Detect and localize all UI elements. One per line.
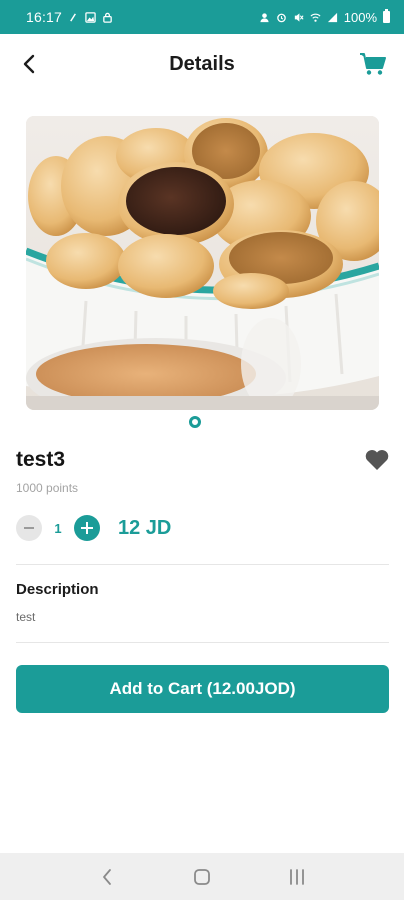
system-nav-bar bbox=[0, 853, 404, 900]
status-right: 100% bbox=[259, 9, 390, 25]
nav-back-button[interactable] bbox=[87, 862, 127, 892]
favorite-button[interactable] bbox=[364, 448, 390, 472]
nav-back-icon bbox=[103, 868, 112, 885]
cart-button[interactable] bbox=[358, 50, 388, 78]
increase-quantity-button[interactable] bbox=[74, 515, 100, 541]
quantity-stepper: 1 12 JD bbox=[16, 514, 171, 542]
status-left: 16:17 bbox=[26, 9, 113, 25]
status-bar: 16:17 100% bbox=[0, 0, 404, 34]
battery-icon bbox=[383, 9, 390, 23]
chevron-left-icon bbox=[23, 54, 35, 74]
divider bbox=[16, 564, 389, 565]
heart-icon bbox=[365, 450, 389, 470]
product-price: 12 JD bbox=[118, 516, 172, 539]
divider bbox=[16, 642, 389, 643]
product-details-screen: 16:17 100% Details test3 1000 points 1 1… bbox=[0, 0, 404, 900]
gallery-icon bbox=[85, 11, 96, 23]
battery-percent: 100% bbox=[343, 9, 377, 25]
description-text: test bbox=[16, 610, 36, 624]
wifi-icon bbox=[310, 13, 321, 22]
add-to-cart-button[interactable]: Add to Cart (12.00JOD) bbox=[16, 665, 389, 713]
signal-icon bbox=[327, 12, 337, 22]
minus-icon bbox=[24, 527, 34, 529]
carousel-indicator-dot[interactable] bbox=[189, 416, 201, 428]
product-name: test3 bbox=[16, 448, 66, 471]
lock-icon bbox=[103, 12, 112, 23]
cart-icon bbox=[360, 53, 386, 75]
nav-recents-button[interactable] bbox=[277, 862, 317, 892]
decrease-quantity-button[interactable] bbox=[16, 515, 42, 541]
nav-recents-icon bbox=[289, 868, 304, 885]
nav-home-button[interactable] bbox=[182, 862, 222, 892]
points-label: 1000 points bbox=[16, 481, 79, 495]
cookie-bowl-photo bbox=[26, 116, 379, 410]
back-button[interactable] bbox=[16, 50, 42, 78]
page-title: Details bbox=[169, 52, 235, 75]
nav-home-icon bbox=[194, 868, 210, 885]
header: Details bbox=[0, 34, 404, 94]
description-title: Description bbox=[16, 581, 99, 598]
call-forward-icon bbox=[70, 12, 77, 22]
quantity-value: 1 bbox=[54, 520, 62, 536]
person-icon bbox=[260, 12, 269, 22]
status-time: 16:17 bbox=[26, 9, 63, 25]
mute-icon bbox=[294, 12, 304, 22]
product-image[interactable] bbox=[26, 116, 379, 410]
alarm-icon bbox=[276, 13, 286, 22]
